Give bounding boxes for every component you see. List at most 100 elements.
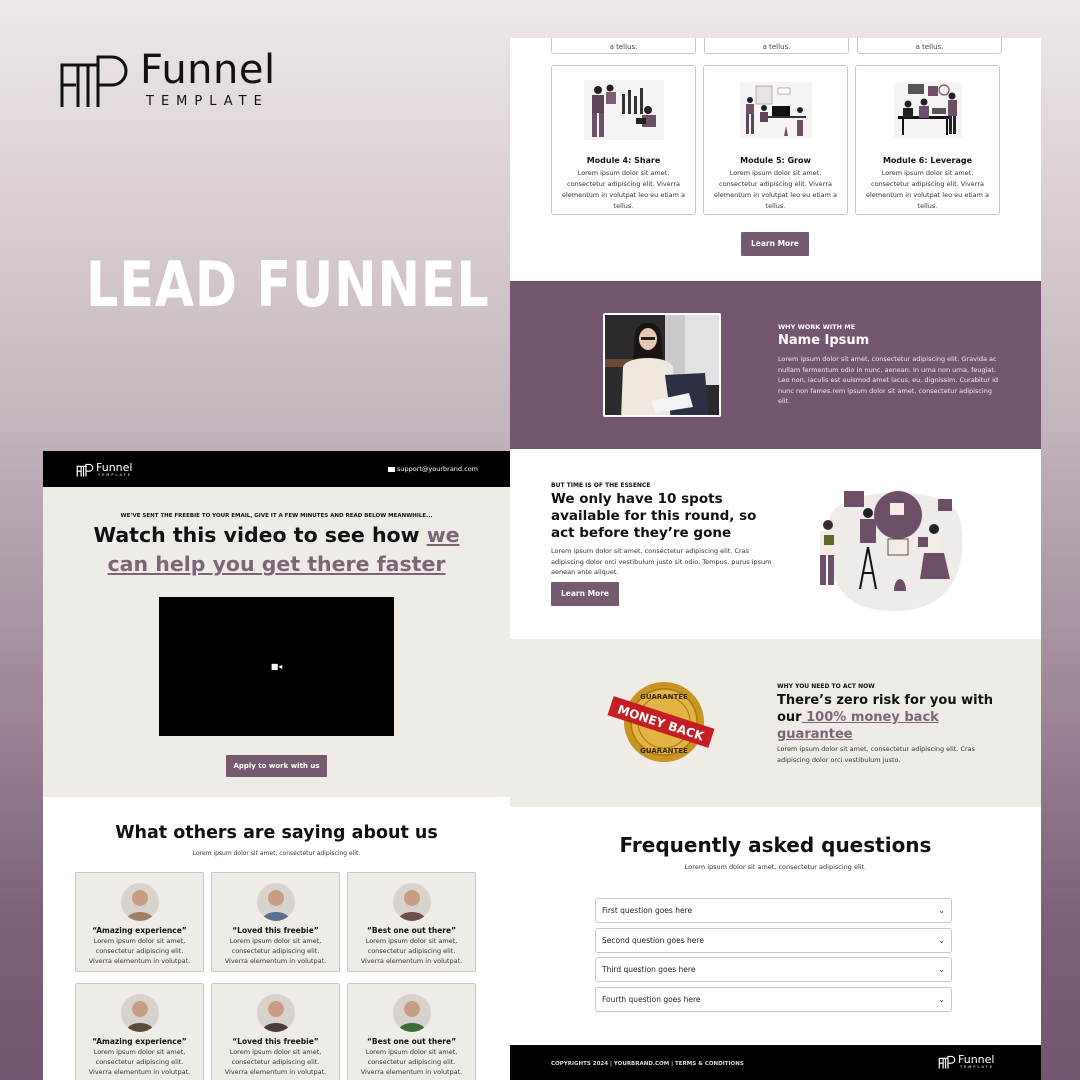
module-description: Lorem ipsum dolor sit amet, consectetur … <box>713 169 838 210</box>
badge-top-text: GUARANTEE <box>640 693 688 701</box>
about-kicker: WHY WORK WITH ME <box>778 323 856 331</box>
faq-item[interactable]: Second question goes here ⌄ <box>595 927 952 953</box>
testimonial-text: Lorem ipsum dolor sit amet, consectetur … <box>360 1048 463 1076</box>
video-camera-icon: ■◂ <box>270 662 283 671</box>
testimonials-subtitle: Lorem ipsum dolor sit amet, consectetur … <box>192 850 361 857</box>
footer-logo: Funnel TEMPLATE <box>938 1054 994 1069</box>
nav-logo[interactable]: Funnel TEMPLATE <box>76 462 132 477</box>
video-section: WE’VE SENT THE FREEBIE TO YOUR EMAIL, GI… <box>43 487 510 797</box>
person-avatar-icon <box>392 883 431 921</box>
module-card: Module 6: Leverage Lorem ipsum dolor sit… <box>855 65 1000 215</box>
faq-question: First question goes here <box>602 906 693 915</box>
footer-copyright: COPYRIGHTS 2024 | YOURBRAND.COM | TERMS … <box>551 1061 744 1067</box>
testimonial-card: “Loved this freebie” Lorem ipsum dolor si… <box>211 983 340 1080</box>
fp-monogram-icon <box>76 463 94 477</box>
video-player[interactable]: ■◂ <box>159 597 394 736</box>
avatar <box>120 994 159 1032</box>
footer-logo-sub: TEMPLATE <box>960 1065 994 1069</box>
about-text: Lorem ipsum dolor sit amet, consectetur … <box>778 355 999 405</box>
chevron-down-icon: ⌄ <box>938 906 945 915</box>
hero-title: LEAD FUNNEL <box>86 248 490 321</box>
testimonial-quote: “Amazing experience” <box>92 1037 187 1046</box>
avatar <box>392 883 431 921</box>
testimonial-quote: “Loved this freebie” <box>232 1037 319 1046</box>
faq-question: Second question goes here <box>602 935 704 945</box>
faq-question: Fourth question goes here <box>602 994 701 1004</box>
lightbulb-puzzle-illustration-icon <box>820 491 963 612</box>
fp-monogram-icon <box>60 55 128 107</box>
testimonial-card: “Loved this freebie” Lorem ipsum dolor si… <box>211 872 340 972</box>
person-avatar-icon <box>392 994 431 1032</box>
person-avatar-icon <box>256 883 295 921</box>
testimonial-text: Lorem ipsum dolor sit amet, consectetur … <box>224 1048 327 1076</box>
module-title: Module 6: Leverage <box>882 156 973 165</box>
guarantee-title: There’s zero risk for you with our 100% … <box>777 692 1007 743</box>
scarcity-kicker: BUT TIME IS OF THE ESSENCE <box>551 482 651 489</box>
top-nav: Funnel TEMPLATE support@yourbrand.com <box>43 451 510 487</box>
scarcity-section: BUT TIME IS OF THE ESSENCE We only have … <box>510 449 1041 639</box>
woman-reading-photo-icon <box>605 315 719 415</box>
testimonials-title: What others are saying about us <box>115 823 438 843</box>
meeting-table-illustration-icon <box>893 82 962 138</box>
support-email: support@yourbrand.com <box>396 465 478 473</box>
testimonial-card: “Amazing experience” Lorem ipsum dolor si… <box>75 983 204 1080</box>
testimonial-text: Lorem ipsum dolor sit amet, consectetur … <box>88 1048 191 1076</box>
guarantee-title-highlight: 100% money back guarantee <box>777 710 939 742</box>
about-name: Name Ipsum <box>778 333 870 348</box>
video-kicker: WE’VE SENT THE FREEBIE TO YOUR EMAIL, GI… <box>120 513 433 519</box>
scarcity-title: We only have 10 spots available for this… <box>551 491 757 541</box>
avatar <box>392 994 431 1032</box>
chevron-down-icon: ⌄ <box>938 965 945 974</box>
faq-list: First question goes here ⌄ Second questio… <box>595 898 952 1016</box>
faq-item[interactable]: Fourth question goes here ⌄ <box>595 986 952 1012</box>
coach-photo <box>603 313 721 417</box>
testimonial-card: “Amazing experience” Lorem ipsum dolor si… <box>75 872 204 972</box>
chevron-down-icon: ⌄ <box>938 935 945 945</box>
learn-more-button[interactable]: Learn More <box>741 232 809 256</box>
avatar <box>256 883 295 921</box>
nav-logo-sub: TEMPLATE <box>98 473 132 477</box>
testimonial-text: Lorem ipsum dolor sit amet, consectetur … <box>88 937 191 965</box>
apply-button[interactable]: Apply to work with us <box>226 755 327 777</box>
money-back-guarantee-badge-icon: GUARANTEE GUARANTEE MONEY BACK <box>607 682 715 762</box>
faq-section: Frequently asked questions Lorem ipsum d… <box>510 807 1041 1045</box>
testimonial-quote: “Loved this freebie” <box>232 926 319 935</box>
module-card: Module 4: Share Lorem ipsum dolor sit am… <box>551 65 696 215</box>
person-avatar-icon <box>120 883 159 921</box>
funnel-page-preview-right: a tellus. a tellus. a tellus. Module 4: … <box>510 38 1041 1080</box>
scarcity-text: Lorem ipsum dolor sit amet, consectetur … <box>551 547 772 576</box>
mail-icon <box>387 466 395 472</box>
module-title: Module 4: Share <box>586 156 661 165</box>
page-footer: COPYRIGHTS 2024 | YOURBRAND.COM | TERMS … <box>510 1045 1041 1080</box>
module-description: Lorem ipsum dolor sit amet, consectetur … <box>865 169 990 210</box>
person-avatar-icon <box>120 994 159 1032</box>
guarantee-section: GUARANTEE GUARANTEE MONEY BACK WHY YOU N… <box>510 639 1041 807</box>
testimonial-quote: “Best one out there” <box>367 1037 456 1046</box>
video-title: Watch this video to see how we can help … <box>83 521 470 579</box>
video-title-plain: Watch this video to see how <box>93 523 427 547</box>
brand-word: Funnel <box>140 47 276 93</box>
support-email-link[interactable]: support@yourbrand.com <box>387 465 478 473</box>
testimonials-section: What others are saying about us Lorem ip… <box>43 797 510 1080</box>
module-card: Module 5: Grow Lorem ipsum dolor sit ame… <box>703 65 848 215</box>
testimonial-card: “Best one out there” Lorem ipsum dolor si… <box>347 872 476 972</box>
faq-item[interactable]: First question goes here ⌄ <box>595 898 952 923</box>
guarantee-text: Lorem ipsum dolor sit amet, consectetur … <box>777 745 976 764</box>
modules-section: a tellus. a tellus. a tellus. Module 4: … <box>510 38 1041 281</box>
fp-monogram-icon <box>938 1055 956 1069</box>
team-chart-illustration-icon <box>583 80 664 140</box>
faq-item[interactable]: Third question goes here ⌄ <box>595 957 952 982</box>
brand-logo: Funnel TEMPLATE <box>58 50 276 109</box>
module-title: Module 5: Grow <box>740 156 811 165</box>
brand-sub: TEMPLATE <box>146 94 269 109</box>
testimonial-text: Lorem ipsum dolor sit amet, consectetur … <box>224 937 327 965</box>
modules-row-partial: a tellus. a tellus. a tellus. <box>551 38 1002 54</box>
about-section: WHY WORK WITH ME Name Ipsum Lorem ipsum … <box>510 281 1041 449</box>
learn-more-button[interactable]: Learn More <box>551 582 619 606</box>
nav-logo-word: Funnel <box>96 461 133 474</box>
person-avatar-icon <box>256 994 295 1032</box>
badge-bottom-text: GUARANTEE <box>640 747 688 755</box>
avatar <box>256 994 295 1032</box>
module-card: a tellus. <box>857 38 1002 54</box>
testimonial-card: “Best one out there” Lorem ipsum dolor si… <box>347 983 476 1080</box>
